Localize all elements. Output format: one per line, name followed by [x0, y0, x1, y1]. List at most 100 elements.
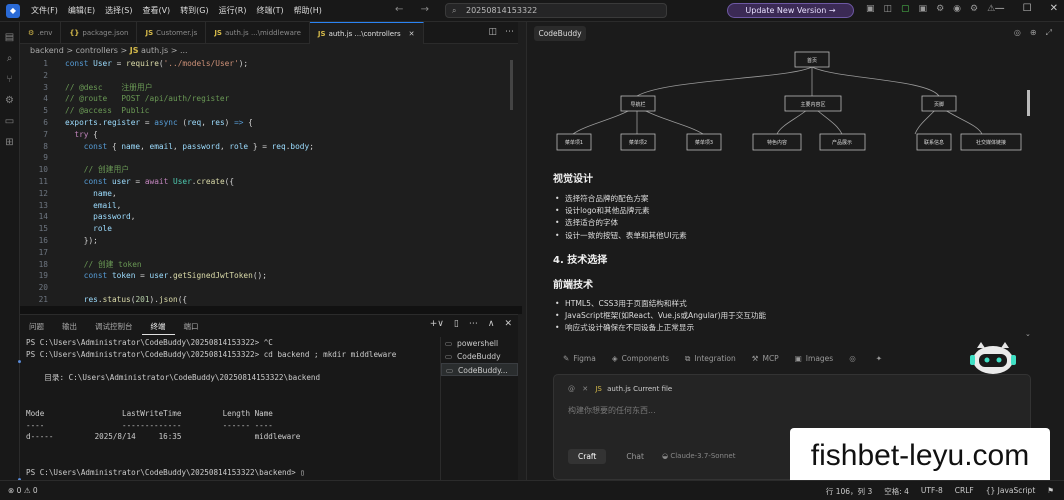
more-actions-icon[interactable]: ⋯	[505, 27, 514, 37]
code-line[interactable]: 13 email,	[20, 200, 518, 212]
back-arrow-icon[interactable]: ←	[395, 4, 403, 15]
tab-auth-controllers[interactable]: JS auth.js ...\controllers ✕	[309, 22, 424, 44]
breadcrumb-file[interactable]: auth.js	[141, 46, 168, 55]
tab-auth-middleware[interactable]: JS auth.js ...\middleware	[206, 22, 310, 44]
source-control-icon[interactable]: ⑂	[0, 74, 19, 85]
breadcrumb-controllers[interactable]: controllers	[76, 46, 118, 55]
menu-help[interactable]: 帮助(H)	[289, 5, 327, 16]
menu-selection[interactable]: 选择(S)	[100, 5, 137, 16]
line-ending[interactable]: CRLF	[955, 486, 974, 497]
figma-button[interactable]: ✎ Figma	[563, 354, 596, 364]
code-line[interactable]: 7 try {	[20, 129, 518, 141]
at-icon[interactable]: @	[568, 385, 575, 393]
model-selector[interactable]: ◒ Claude-3.7-Sonnet	[662, 452, 735, 460]
debug-icon[interactable]: ⚙	[0, 95, 19, 106]
code-line[interactable]: 18 // 创建 token	[20, 259, 518, 271]
code-line[interactable]: 21 res.status(201).json({	[20, 294, 518, 306]
tab-customer-js[interactable]: JS Customer.js	[137, 22, 207, 44]
tab-ports[interactable]: 端口	[175, 315, 208, 335]
code-line[interactable]: 16 });	[20, 235, 518, 247]
cursor-position[interactable]: 行 106，列 3	[826, 486, 872, 497]
menu-run[interactable]: 运行(R)	[214, 5, 252, 16]
editor-scrollbar[interactable]	[510, 60, 513, 110]
close-tab-icon[interactable]: ✕	[409, 30, 415, 38]
code-line[interactable]: 12 name,	[20, 188, 518, 200]
language-mode[interactable]: {} JavaScript	[986, 486, 1036, 497]
code-line[interactable]: 2	[20, 70, 518, 82]
code-line[interactable]: 10 // 创建用户	[20, 164, 518, 176]
tab-debug-console[interactable]: 调试控制台	[86, 315, 142, 335]
terminal-output[interactable]: PS C:\Users\Administrator\CodeBuddy\2025…	[18, 337, 438, 483]
mode-chat[interactable]: Chat	[616, 449, 654, 464]
terminal-item-powershell[interactable]: powershell	[441, 337, 518, 350]
chat-scrollbar[interactable]	[1027, 90, 1030, 116]
new-terminal-icon[interactable]: +∨	[430, 319, 444, 329]
menu-view[interactable]: 查看(V)	[137, 5, 175, 16]
mode-craft[interactable]: Craft	[568, 449, 607, 464]
command-search[interactable]: ⌕ 20250814153322	[445, 3, 667, 18]
code-line[interactable]: 3 // @desc 注册用户	[20, 82, 518, 94]
code-line[interactable]: 4 // @route POST /api/auth/register	[20, 93, 518, 105]
code-line[interactable]: 19 const token = user.getSignedJwtToken(…	[20, 270, 518, 282]
layout-right-icon[interactable]: ▣	[919, 4, 928, 14]
menu-terminal[interactable]: 终端(T)	[251, 5, 288, 16]
close-window-icon[interactable]: ✕	[1050, 3, 1058, 14]
breadcrumb-backend[interactable]: backend	[30, 46, 64, 55]
forward-arrow-icon[interactable]: →	[421, 4, 429, 15]
indentation[interactable]: 空格: 4	[884, 486, 909, 497]
components-button[interactable]: ◈ Components	[612, 354, 669, 364]
history-icon[interactable]: ◎	[1014, 28, 1021, 38]
mcp-button[interactable]: ⚒ MCP	[752, 354, 779, 364]
code-editor[interactable]: 1 const User = require('../models/User');…	[20, 58, 518, 306]
app-logo-icon[interactable]: ◆	[6, 3, 20, 18]
menu-goto[interactable]: 转到(G)	[175, 5, 213, 16]
remote-icon[interactable]: ▭	[0, 116, 19, 127]
tab-env[interactable]: ⚙ .env	[20, 22, 62, 44]
code-line[interactable]: 14 password,	[20, 211, 518, 223]
code-line[interactable]: 1 const User = require('../models/User');	[20, 58, 518, 70]
settings-icon[interactable]: ⚙	[970, 4, 978, 14]
code-line[interactable]: 15 role	[20, 223, 518, 235]
terminal-item-codebuddy[interactable]: CodeBuddy	[441, 350, 518, 363]
integration-button[interactable]: ⧉ Integration	[685, 354, 736, 364]
code-line[interactable]: 5 // @access Public	[20, 105, 518, 117]
code-line[interactable]: 8 const { name, email, password, role } …	[20, 141, 518, 153]
chevron-down-icon[interactable]: ⌄	[1025, 330, 1031, 338]
tab-terminal[interactable]: 终端	[141, 315, 175, 335]
chat-placeholder[interactable]: 构建你想要的任何东西...	[568, 405, 656, 416]
tab-problems[interactable]: 问题	[20, 315, 53, 335]
layout-split-icon[interactable]: ◫	[884, 4, 893, 14]
encoding[interactable]: UTF-8	[921, 486, 943, 497]
code-line[interactable]: 11 const user = await User.create({	[20, 176, 518, 188]
terminal-item-codebuddy-active[interactable]: CodeBuddy...	[441, 363, 518, 377]
new-chat-icon[interactable]: ⊕	[1030, 28, 1037, 38]
explorer-icon[interactable]: ▤	[0, 32, 19, 43]
layout-sidebar-icon[interactable]: ▣	[866, 4, 875, 14]
panel-splitter[interactable]	[20, 306, 522, 314]
code-line[interactable]: 17	[20, 247, 518, 259]
magic-button[interactable]: ✦	[876, 354, 886, 364]
code-line[interactable]: 9	[20, 152, 518, 164]
split-editor-icon[interactable]: ◫	[488, 27, 497, 37]
problems-count[interactable]: ⊗ 0 ⚠ 0	[8, 486, 38, 495]
target-button[interactable]: ◎	[849, 354, 860, 364]
feedback-icon[interactable]: ⚑	[1047, 486, 1054, 497]
tab-package-json[interactable]: {} package.json	[61, 22, 138, 44]
minimize-icon[interactable]: —	[995, 3, 1005, 14]
menu-edit[interactable]: 编辑(E)	[63, 5, 100, 16]
maximize-icon[interactable]: ☐	[1023, 3, 1032, 14]
extensions-icon[interactable]: ⊞	[0, 137, 19, 148]
account-icon[interactable]: ◉	[953, 4, 961, 14]
expand-icon[interactable]: ⤢	[1046, 28, 1052, 38]
trash-icon[interactable]: ▯	[454, 319, 459, 329]
code-line[interactable]: 6 exports.register = async (req, res) => …	[20, 117, 518, 129]
tab-output[interactable]: 输出	[53, 315, 86, 335]
code-line[interactable]: 20	[20, 282, 518, 294]
menu-file[interactable]: 文件(F)	[26, 5, 63, 16]
close-panel-icon[interactable]: ✕	[504, 319, 512, 329]
layout-panel-icon[interactable]: ▢	[901, 4, 910, 14]
remove-chip-icon[interactable]: ✕	[582, 385, 588, 393]
context-file-chip[interactable]: @ ✕ JS auth.js Current file	[568, 385, 672, 393]
update-new-version-button[interactable]: Update New Version →	[727, 3, 854, 18]
images-button[interactable]: ▣ Images	[795, 354, 834, 364]
